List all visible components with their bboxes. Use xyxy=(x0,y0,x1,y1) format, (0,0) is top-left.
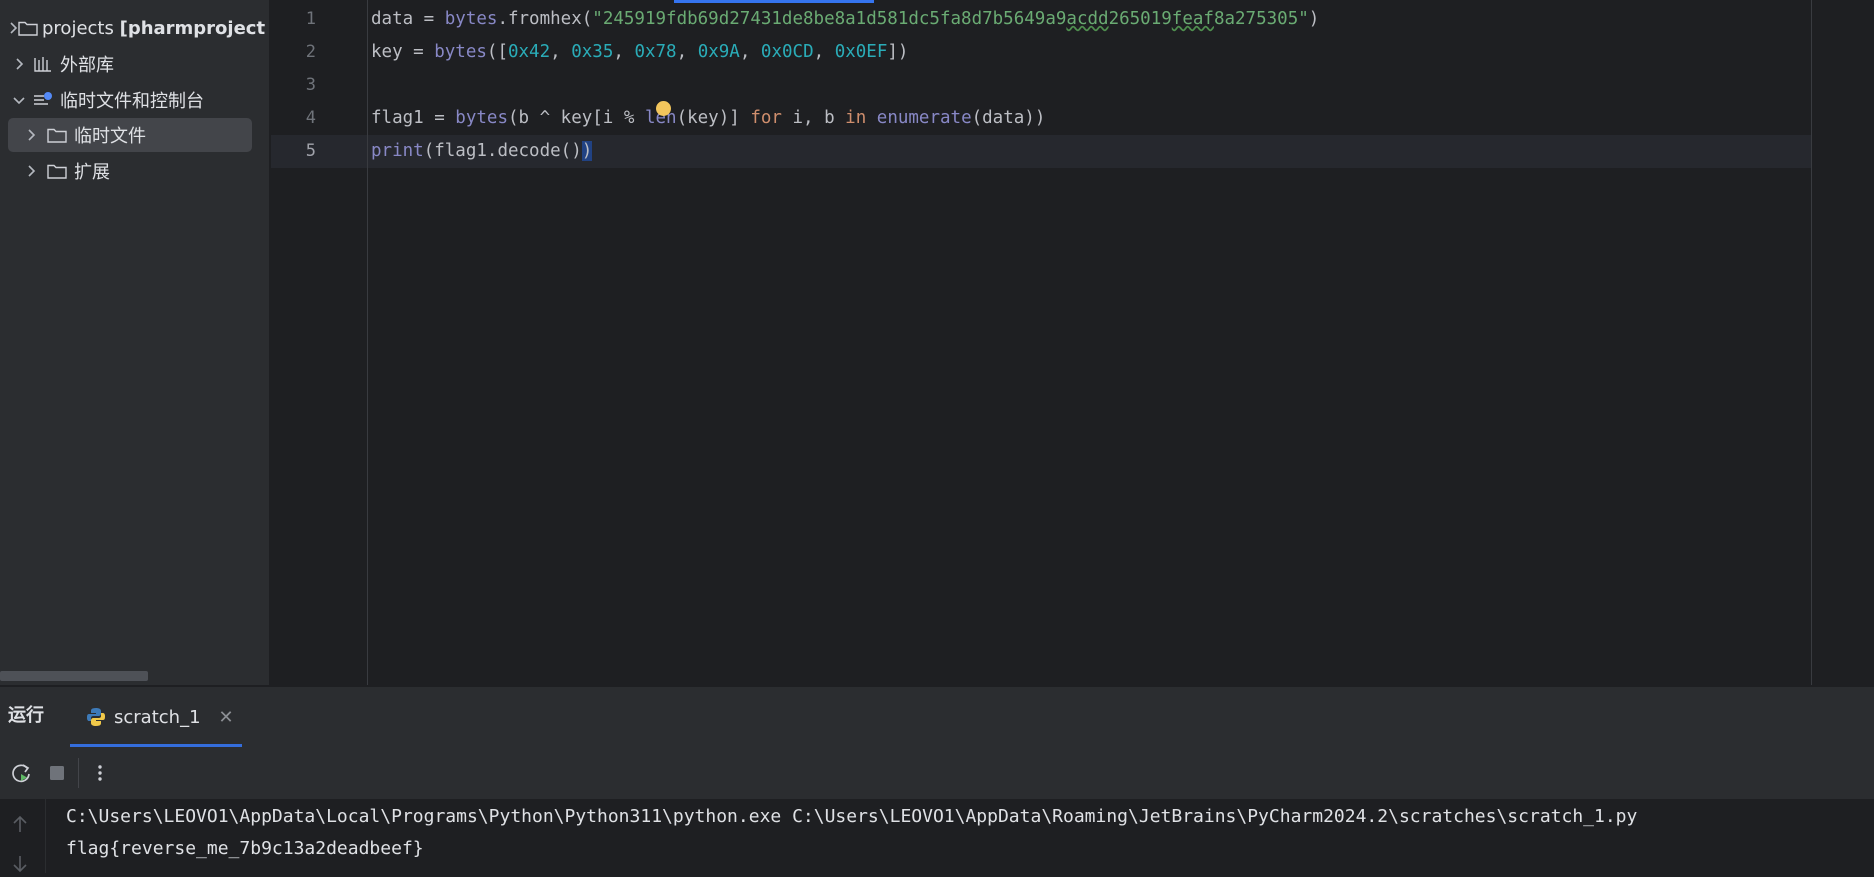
code-token: .fromhex( xyxy=(497,9,593,29)
more-options-icon[interactable] xyxy=(85,758,115,788)
chevron-down-icon[interactable] xyxy=(8,95,30,105)
code-token: (data)) xyxy=(971,108,1046,128)
code-token: i, b xyxy=(781,108,846,128)
code-token: bytes xyxy=(444,9,498,29)
code-line-4[interactable]: flag1 = bytes(b ^ key[i % len(key)] for … xyxy=(371,102,1681,135)
folder-icon xyxy=(18,17,38,39)
code-token: , xyxy=(550,42,572,62)
scroll-up-icon[interactable] xyxy=(12,815,28,837)
code-token: 8a275305" xyxy=(1213,9,1309,29)
code-token: 0x0EF xyxy=(834,42,888,62)
ide-main-area: projects [pharmproject 外部库 临时文件和控制台 临时文件… xyxy=(0,0,1874,685)
folder-icon xyxy=(44,124,70,146)
code-token: ]) xyxy=(887,42,909,62)
tree-item-scratches-and-consoles[interactable]: 临时文件和控制台 xyxy=(8,83,252,117)
code-token: (b ^ key[i % xyxy=(507,108,645,128)
run-tab-label: scratch_1 xyxy=(114,706,201,728)
close-icon[interactable]: ✕ xyxy=(219,707,234,728)
intention-bulb-icon[interactable] xyxy=(656,101,671,116)
code-token: "245919fdb69d27431de8be8a1d581dc5fa8d7b5… xyxy=(592,9,1067,29)
tree-item-label: 外部库 xyxy=(60,55,114,76)
chevron-right-icon[interactable] xyxy=(8,58,30,70)
tree-item-label: 临时文件 xyxy=(74,126,146,147)
tree-item-external-libraries[interactable]: 外部库 xyxy=(8,47,252,81)
code-token: acdd xyxy=(1066,9,1109,29)
code-token: 0x0CD xyxy=(760,42,814,62)
tree-item-scratches[interactable]: 临时文件 xyxy=(8,118,252,152)
code-token: print xyxy=(371,141,424,161)
run-tab-scratch[interactable]: scratch_1 ✕ xyxy=(70,687,242,747)
tree-item-extensions[interactable]: 扩展 xyxy=(8,154,252,188)
tree-item-label: 临时文件和控制台 xyxy=(60,91,204,112)
code-editor[interactable]: 1 2 3 4 5 data = bytes.fromhex("245919fd… xyxy=(271,0,1874,685)
folder-icon xyxy=(44,160,70,182)
code-line-1[interactable]: data = bytes.fromhex("245919fdb69d27431d… xyxy=(371,3,1681,36)
stop-icon[interactable] xyxy=(42,758,72,788)
console-gutter xyxy=(0,799,46,873)
code-token: enumerate xyxy=(876,108,972,128)
code-token: (flag1.decode() xyxy=(423,141,582,161)
code-token: in xyxy=(845,108,867,128)
code-token: , xyxy=(676,42,698,62)
tree-item-projects[interactable]: projects [pharmproject xyxy=(8,11,265,45)
code-token: , xyxy=(613,42,635,62)
code-token: for xyxy=(750,108,782,128)
code-token: 0x35 xyxy=(571,42,614,62)
code-token: (key)] xyxy=(676,108,751,128)
code-token: , xyxy=(813,42,835,62)
console-output-line: flag{reverse_me_7b9c13a2deadbeef} xyxy=(66,838,424,859)
code-token: 265019 xyxy=(1108,9,1172,29)
code-line-5[interactable]: print(flag1.decode()) xyxy=(371,135,1681,168)
code-token: feaf xyxy=(1171,9,1214,29)
scroll-down-icon[interactable] xyxy=(12,855,28,877)
horizontal-scrollbar[interactable] xyxy=(0,671,148,681)
line-number-gutter[interactable]: 1 2 3 4 5 xyxy=(271,0,368,685)
code-token: , xyxy=(739,42,761,62)
line-number: 1 xyxy=(305,9,316,29)
code-line-3[interactable] xyxy=(371,69,1681,102)
toolbar-separator xyxy=(78,758,79,788)
run-tool-window: 运行 scratch_1 ✕ C:\Users\LEOVO1\AppData\L… xyxy=(0,686,1874,873)
chevron-right-icon[interactable] xyxy=(8,129,36,141)
console-output[interactable]: C:\Users\LEOVO1\AppData\Local\Programs\P… xyxy=(0,799,1874,873)
line-number: 3 xyxy=(305,75,316,95)
code-token: 0x42 xyxy=(507,42,551,62)
run-header: 运行 scratch_1 ✕ xyxy=(0,687,1874,747)
chevron-right-icon[interactable] xyxy=(8,165,36,177)
tree-item-path: [pharmproject xyxy=(119,17,266,39)
chevron-right-icon[interactable] xyxy=(8,22,18,34)
code-token: bytes xyxy=(434,42,487,62)
run-panel-title: 运行 xyxy=(8,705,44,726)
code-token: data = xyxy=(371,9,445,29)
code-token: bytes xyxy=(455,108,508,128)
code-line-2[interactable]: key = bytes([0x42, 0x35, 0x78, 0x9A, 0x0… xyxy=(371,36,1681,69)
run-toolbar xyxy=(0,747,1874,799)
line-number: 5 xyxy=(305,141,316,161)
scratches-icon xyxy=(30,89,56,111)
project-tree-panel: projects [pharmproject 外部库 临时文件和控制台 临时文件… xyxy=(0,0,270,685)
library-icon xyxy=(30,53,56,75)
python-icon xyxy=(86,707,106,727)
tree-item-label: 扩展 xyxy=(74,162,110,183)
rerun-icon[interactable] xyxy=(6,758,36,788)
code-token: key = xyxy=(371,42,435,62)
code-token: 0x78 xyxy=(634,42,677,62)
line-number: 2 xyxy=(305,42,316,62)
right-margin-guide xyxy=(1811,0,1812,685)
tree-item-label: projects xyxy=(42,17,114,39)
line-number: 4 xyxy=(305,108,316,128)
code-token: 0x9A xyxy=(697,42,740,62)
code-token: ) xyxy=(1308,9,1320,29)
code-token: flag1 = xyxy=(371,108,456,128)
code-token: ([ xyxy=(486,42,508,62)
code-token: ) xyxy=(581,141,593,161)
console-command-line: C:\Users\LEOVO1\AppData\Local\Programs\P… xyxy=(66,806,1638,827)
